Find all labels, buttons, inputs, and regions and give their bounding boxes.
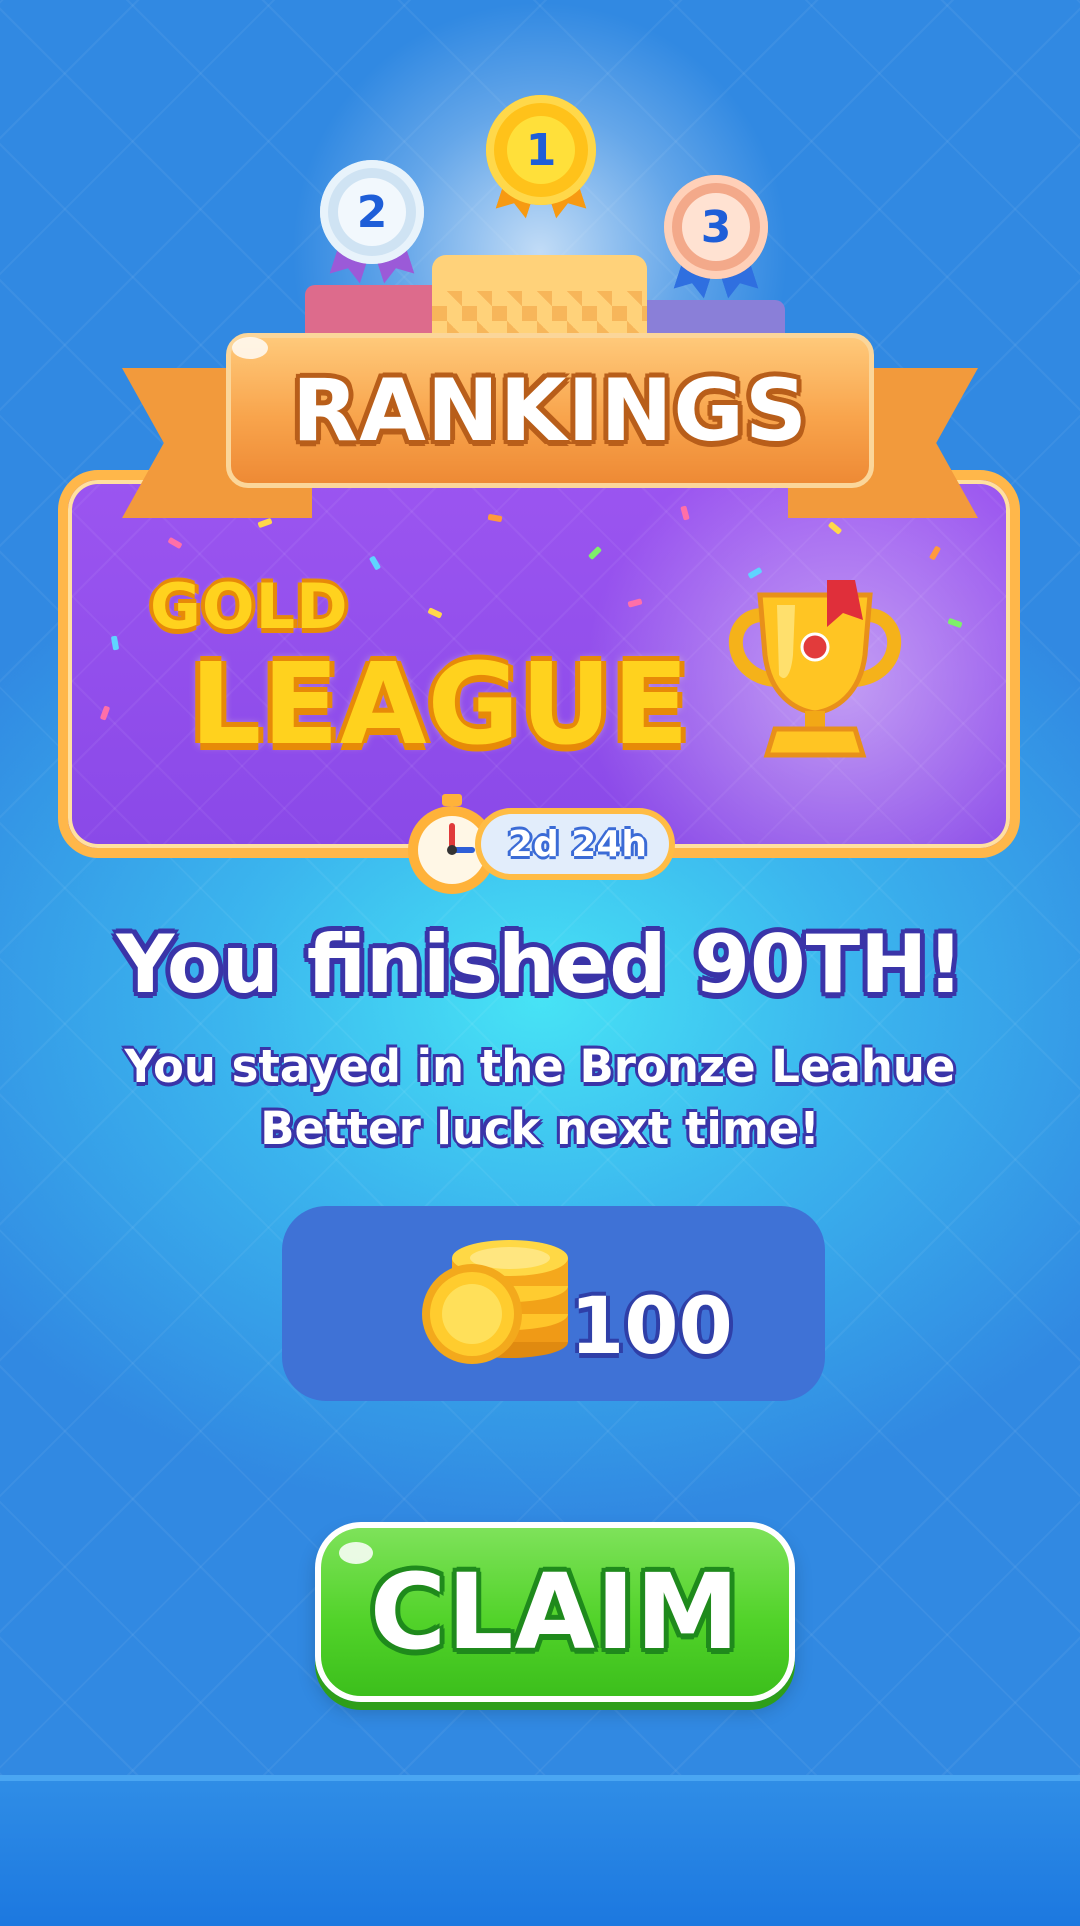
banner-shine: [232, 337, 268, 359]
result-message-line1: You stayed in the Bronze Leahue: [124, 1040, 956, 1093]
rankings-banner: RANKINGS: [226, 333, 874, 488]
league-name-word: LEAGUE: [190, 640, 690, 770]
league-timer: 2d 24h: [475, 808, 675, 880]
reward-amount: 100: [570, 1282, 733, 1372]
podium-first: [432, 255, 647, 345]
claim-button[interactable]: CLAIM: [315, 1522, 795, 1702]
coin-stack-icon: [422, 1240, 568, 1364]
claim-button-label: CLAIM: [369, 1551, 741, 1673]
medal-first-icon: 1: [486, 95, 596, 205]
league-timer-value: 2d 24h: [481, 814, 669, 874]
result-message-line2: Better luck next time!: [260, 1102, 820, 1155]
trophy-icon: [728, 580, 902, 758]
claim-shine: [339, 1542, 373, 1564]
medal-first-rank: 1: [507, 116, 575, 184]
medal-third-rank: 3: [682, 193, 750, 261]
bottom-bar: [0, 1775, 1080, 1926]
league-name-tier: GOLD: [150, 570, 349, 643]
result-title: You finished 90TH!: [116, 918, 964, 1011]
medal-second-rank: 2: [338, 178, 406, 246]
medal-third-icon: 3: [664, 175, 768, 279]
medal-second-icon: 2: [320, 160, 424, 264]
rankings-title: RANKINGS: [292, 360, 808, 461]
